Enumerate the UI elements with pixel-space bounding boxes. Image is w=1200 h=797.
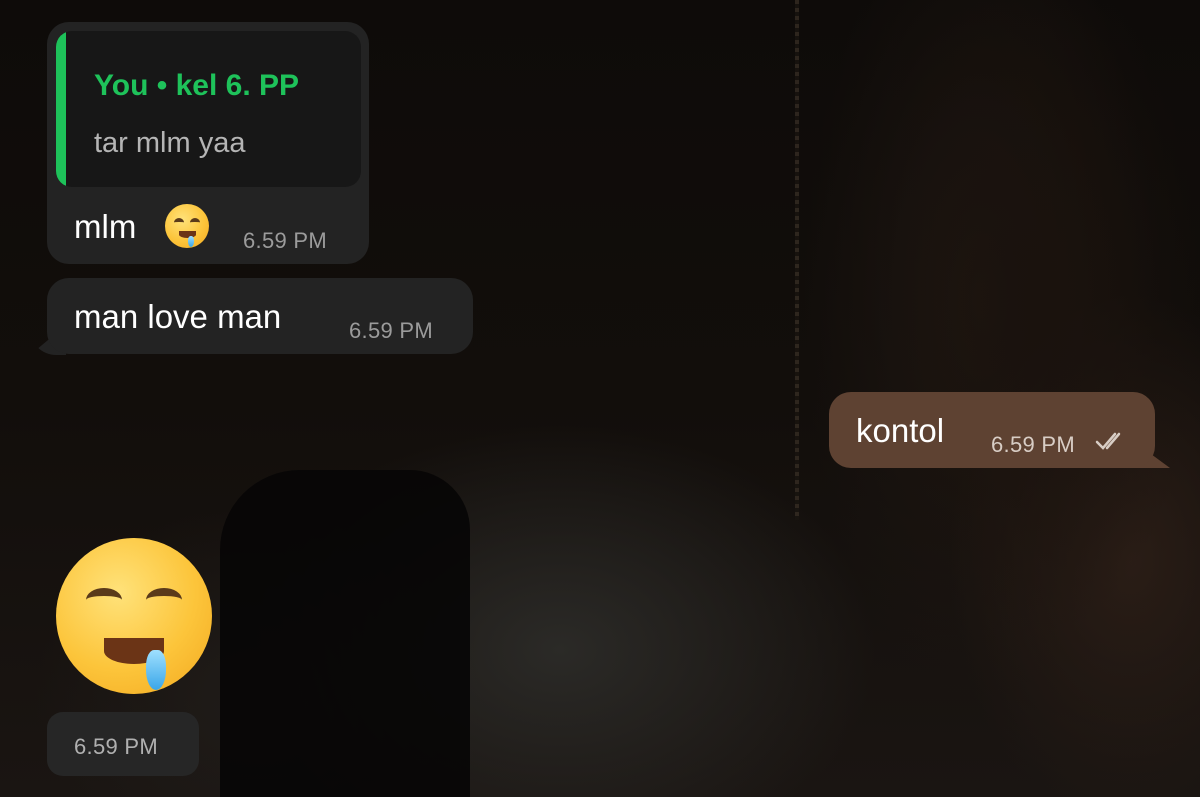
- message-bubble-incoming[interactable]: man love man 6.59 PM: [47, 278, 473, 354]
- reply-text: tar mlm yaa: [94, 127, 246, 159]
- message-text: man love man: [74, 298, 282, 335]
- message-text: kontol: [856, 412, 945, 449]
- wallpaper-shadow: [220, 470, 470, 797]
- wallpaper-chain: [795, 0, 799, 520]
- message-time: 6.59 PM: [349, 318, 434, 343]
- message-bubble-outgoing[interactable]: kontol 6.59 PM: [829, 392, 1155, 468]
- message-time: 6.59 PM: [991, 432, 1076, 457]
- message-bubble-incoming[interactable]: You • kel 6. PP tar mlm yaa mlm 6.59 PM: [47, 22, 369, 264]
- message-time-chip: 6.59 PM: [47, 712, 199, 776]
- reply-author: You • kel 6. PP: [94, 69, 300, 102]
- emoji-drool: [146, 650, 166, 690]
- double-check-icon: [1095, 430, 1129, 458]
- emoji-eye: [86, 588, 122, 612]
- emoji-eye: [146, 588, 182, 612]
- message-text: mlm: [74, 208, 137, 245]
- message-time: 6.59 PM: [243, 228, 328, 253]
- emoji-eye: [174, 218, 184, 227]
- reply-accent-bar: [56, 31, 66, 187]
- reply-quote[interactable]: You • kel 6. PP tar mlm yaa: [56, 31, 361, 187]
- drooling-face-icon: [165, 204, 209, 248]
- drooling-face-icon[interactable]: [56, 538, 212, 694]
- message-time: 6.59 PM: [74, 734, 159, 759]
- emoji-eye: [190, 218, 200, 227]
- emoji-drool: [188, 236, 194, 247]
